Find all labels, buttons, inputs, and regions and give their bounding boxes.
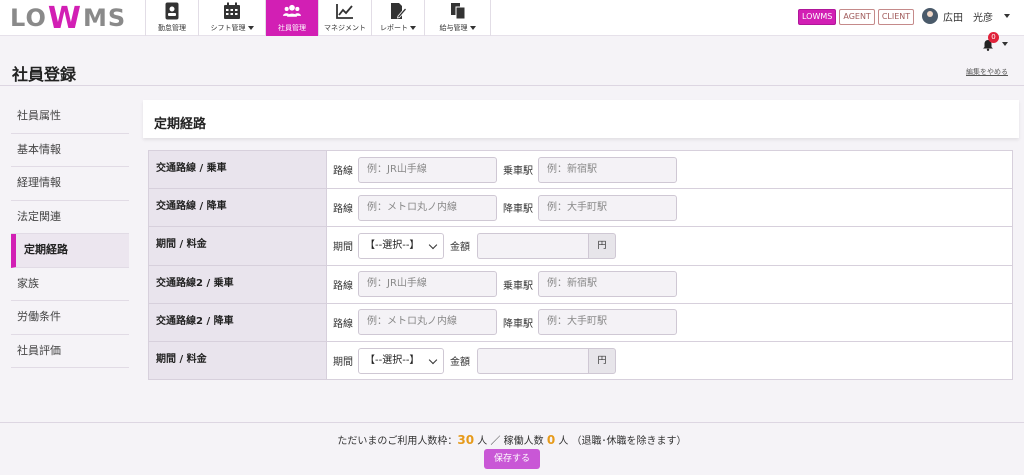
nav-management[interactable]: マネジメント (318, 0, 371, 36)
calendar-icon (223, 2, 241, 20)
sidebar-item-attributes[interactable]: 社員属性 (11, 100, 129, 134)
chevron-down-icon (1002, 42, 1008, 46)
row-label: 期間 / 料金 (148, 340, 327, 381)
app-logo[interactable]: LO W MS (10, 1, 126, 36)
table-row: 交通路線2 / 降車 路線 例：メトロ丸ノ内線 降車駅 例：大手町駅 (148, 302, 1013, 342)
amount-field: 円 (477, 347, 616, 374)
chevron-down-icon (410, 26, 416, 30)
route-line-input[interactable]: 例：JR山手線 (358, 156, 497, 183)
page-header: 社員登録 編集をやめる (0, 58, 1024, 86)
role-lowms[interactable]: LOWMS (798, 9, 837, 25)
nav-report[interactable]: レポート (371, 0, 424, 36)
commute-form-table: 交通路線 / 乗車 路線 例：JR山手線 乗車駅 例：新宿駅 交通路線 / 降車… (148, 149, 1013, 381)
nav-attendance[interactable]: 勤怠管理 (145, 0, 198, 36)
alighting-station-input[interactable]: 例：大手町駅 (538, 309, 677, 336)
section-header: 定期経路 (143, 100, 1019, 138)
id-card-icon (163, 2, 181, 20)
chevron-down-icon (428, 240, 438, 250)
table-row: 交通路線 / 降車 路線 例：メトロ丸ノ内線 降車駅 例：大手町駅 (148, 188, 1013, 228)
field-label: 路線 (333, 280, 353, 292)
main-nav: 勤怠管理 シフト管理 社員管理 マネジメント レポート 給与管理 (145, 0, 491, 36)
boarding-station-input[interactable]: 例：新宿駅 (538, 271, 677, 298)
chevron-down-icon (428, 355, 438, 364)
quota-count: 30 (457, 433, 475, 447)
usage-stats: ただいまのご利用人数枠：30 人 ／ 稼働人数 0 人 （退職･休職を除きます） (337, 433, 687, 447)
route-line-input[interactable]: 例：JR山手線 (358, 271, 497, 298)
notification-bell[interactable]: 0 (980, 32, 1010, 54)
field-label: 路線 (333, 166, 353, 178)
user-menu[interactable]: 広田 光彦 (922, 8, 1010, 24)
period-select[interactable]: 【--選択--】 (358, 347, 444, 374)
role-client[interactable]: CLIENT (877, 9, 915, 25)
row-label: 交通路線2 / 乗車 (148, 264, 327, 304)
top-navbar: LO W MS 勤怠管理 シフト管理 社員管理 マネジメント レポート 給与管理… (0, 0, 1024, 36)
amount-input[interactable] (477, 232, 588, 259)
row-label: 交通路線 / 乗車 (148, 149, 327, 190)
field-label: 期間 (333, 242, 353, 254)
nav-employee[interactable]: 社員管理 (265, 0, 318, 36)
table-row: 期間 / 料金 期間 【--選択--】 金額 円 (148, 340, 1013, 381)
yen-unit: 円 (588, 347, 616, 374)
save-button[interactable]: 保存する (484, 449, 540, 469)
field-label: 乗車駅 (503, 166, 533, 178)
footer-bar: ただいまのご利用人数枠：30 人 ／ 稼働人数 0 人 （退職･休職を除きます）… (0, 422, 1024, 475)
sidebar-item-accounting[interactable]: 経理情報 (11, 167, 129, 201)
chevron-down-icon (247, 26, 254, 30)
yen-unit: 円 (588, 232, 616, 259)
page-title: 社員登録 (12, 65, 77, 84)
active-count: 0 (546, 433, 556, 447)
chevron-down-icon (469, 26, 476, 30)
route-line-input[interactable]: 例：メトロ丸ノ内線 (358, 309, 497, 336)
field-label: 乗車駅 (503, 280, 533, 292)
boarding-station-input[interactable]: 例：新宿駅 (538, 156, 677, 183)
copy-icon (449, 2, 467, 20)
row-label: 交通路線 / 降車 (148, 188, 327, 228)
field-label: 路線 (333, 318, 353, 330)
route-line-input[interactable]: 例：メトロ丸ノ内線 (358, 194, 497, 221)
chart-line-icon (336, 2, 354, 20)
table-row: 交通路線 / 乗車 路線 例：JR山手線 乗車駅 例：新宿駅 (148, 149, 1013, 190)
field-label: 金額 (450, 357, 470, 369)
field-label: 降車駅 (503, 318, 533, 330)
row-label: 交通路線2 / 降車 (148, 302, 327, 342)
sidebar-item-work-conditions[interactable]: 労働条件 (11, 301, 129, 335)
sidebar-item-legal[interactable]: 法定関連 (11, 200, 129, 234)
role-agent[interactable]: AGENT (839, 9, 875, 25)
stop-edit-link[interactable]: 編集をやめる (966, 67, 1008, 77)
users-icon (283, 2, 301, 20)
field-label: 期間 (333, 357, 353, 369)
table-row: 期間 / 料金 期間 【--選択--】 金額 円 (148, 226, 1013, 266)
report-pen-icon (389, 2, 407, 20)
alighting-station-input[interactable]: 例：大手町駅 (538, 194, 677, 221)
table-row: 交通路線2 / 乗車 路線 例：JR山手線 乗車駅 例：新宿駅 (148, 264, 1013, 304)
user-name: 広田 光彦 (943, 12, 993, 24)
sidebar-item-basic-info[interactable]: 基本情報 (11, 133, 129, 167)
row-label: 期間 / 料金 (148, 226, 327, 266)
field-label: 路線 (333, 204, 353, 216)
amount-input[interactable] (477, 347, 588, 374)
chevron-down-icon (1004, 14, 1010, 18)
amount-field: 円 (477, 232, 616, 259)
nav-payroll[interactable]: 給与管理 (424, 0, 491, 36)
period-select[interactable]: 【--選択--】 (358, 232, 444, 259)
field-label: 降車駅 (503, 204, 533, 216)
nav-shift[interactable]: シフト管理 (198, 0, 265, 36)
field-label: 金額 (450, 242, 470, 254)
section-sidebar: 社員属性 基本情報 経理情報 法定関連 定期経路 家族 労働条件 社員評価 (11, 100, 129, 368)
role-switcher: LOWMS AGENT CLIENT (798, 9, 915, 25)
notification-count: 0 (988, 32, 999, 43)
sidebar-item-family[interactable]: 家族 (11, 267, 129, 301)
avatar (922, 8, 938, 24)
sidebar-item-commute-route[interactable]: 定期経路 (11, 234, 129, 268)
sidebar-item-evaluation[interactable]: 社員評価 (11, 334, 129, 368)
section-title: 定期経路 (154, 117, 207, 132)
